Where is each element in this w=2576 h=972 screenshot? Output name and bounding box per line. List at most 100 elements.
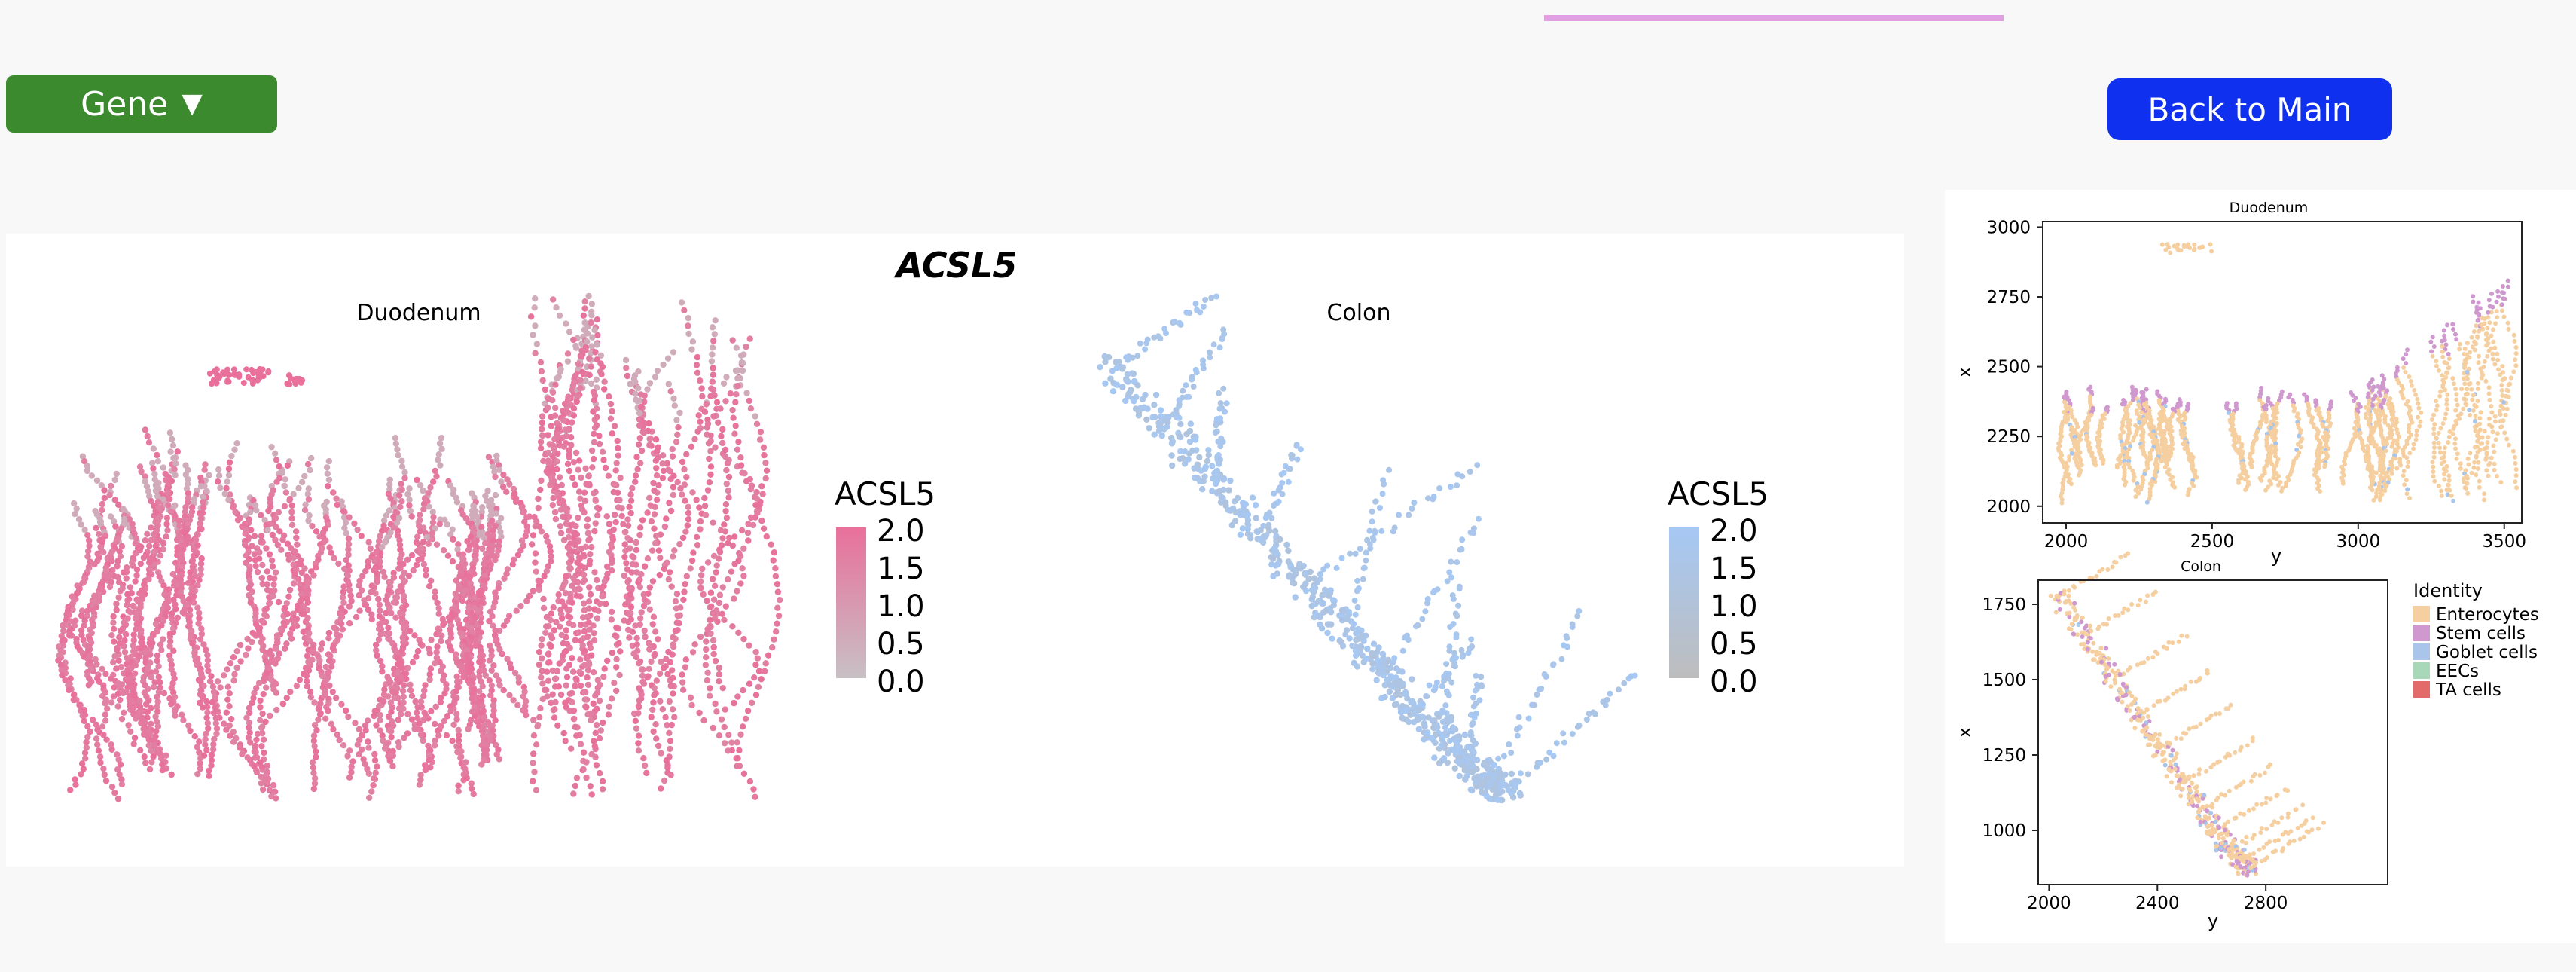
duodenum-point bbox=[688, 557, 696, 564]
duodenum-point bbox=[151, 531, 158, 539]
duodenum-point bbox=[435, 457, 441, 463]
duodenum-point bbox=[612, 518, 619, 526]
duodenum-point bbox=[217, 484, 224, 491]
duodenum-point bbox=[722, 446, 729, 454]
colon-point bbox=[1443, 671, 1449, 677]
duodenum-point bbox=[492, 473, 499, 481]
duodenum-point bbox=[417, 698, 425, 705]
duodenum-point bbox=[545, 623, 552, 630]
duodenum-point bbox=[444, 521, 451, 528]
back-to-main-button[interactable]: Back to Main bbox=[2107, 78, 2392, 140]
colon-point bbox=[1447, 727, 1454, 735]
duodenum-point bbox=[585, 472, 592, 479]
duodenum-point bbox=[682, 664, 689, 671]
duodenum-point bbox=[204, 709, 211, 716]
duodenum-point bbox=[172, 454, 179, 461]
colon-point bbox=[1428, 735, 1436, 741]
duodenum-point bbox=[635, 384, 642, 392]
colon-point bbox=[1374, 649, 1381, 656]
gene-dropdown-button[interactable]: Gene ▼ bbox=[6, 75, 277, 133]
duodenum-point bbox=[557, 530, 565, 536]
duodenum-point bbox=[325, 476, 333, 484]
duodenum-point bbox=[169, 442, 177, 449]
duodenum-point bbox=[693, 497, 700, 503]
duodenum-point bbox=[638, 609, 645, 616]
duodenum-point bbox=[438, 445, 445, 452]
duodenum-point bbox=[142, 426, 149, 433]
duodenum-point bbox=[538, 642, 545, 649]
duodenum-point bbox=[257, 717, 264, 723]
duodenum-point bbox=[128, 590, 135, 597]
duodenum-point bbox=[658, 785, 664, 792]
duodenum-point bbox=[649, 547, 656, 554]
duodenum-point bbox=[311, 699, 318, 706]
duodenum-point bbox=[712, 317, 719, 324]
colon-point bbox=[1270, 573, 1277, 579]
duodenum-point bbox=[658, 659, 664, 665]
colon-point bbox=[1210, 341, 1217, 348]
colon-point bbox=[1288, 451, 1295, 458]
duodenum-point bbox=[740, 573, 747, 579]
duodenum-point bbox=[121, 709, 127, 716]
duodenum-point bbox=[570, 790, 577, 797]
duodenum-point bbox=[430, 514, 437, 521]
duodenum-point bbox=[598, 585, 605, 592]
duodenum-point bbox=[713, 562, 720, 569]
duodenum-point bbox=[301, 472, 308, 480]
duodenum-point bbox=[543, 613, 551, 621]
colon-point bbox=[1328, 621, 1335, 628]
duodenum-point bbox=[304, 683, 311, 690]
duodenum-point bbox=[266, 787, 273, 794]
duodenum-point bbox=[615, 452, 621, 459]
duodenum-point bbox=[710, 643, 717, 651]
duodenum-point bbox=[608, 608, 615, 616]
duodenum-legend-title: ACSL5 bbox=[835, 475, 935, 512]
duodenum-point bbox=[613, 656, 620, 663]
duodenum-point bbox=[633, 561, 639, 568]
duodenum-point bbox=[130, 637, 137, 643]
colon-point bbox=[1225, 487, 1232, 494]
duodenum-point bbox=[429, 478, 437, 485]
colon-point bbox=[1307, 568, 1314, 576]
duodenum-point bbox=[328, 549, 334, 556]
duodenum-point bbox=[604, 657, 611, 665]
colon-point bbox=[1347, 550, 1354, 557]
duodenum-point bbox=[572, 637, 579, 643]
colon-point bbox=[1330, 601, 1337, 609]
colon-point bbox=[1101, 353, 1108, 360]
colon-point bbox=[1397, 691, 1404, 698]
duodenum-point bbox=[552, 515, 560, 523]
panel-title-colon: Colon bbox=[1326, 300, 1390, 326]
duodenum-point bbox=[392, 435, 399, 442]
colon-point bbox=[1217, 415, 1223, 422]
duodenum-point bbox=[744, 708, 752, 714]
duodenum-point bbox=[612, 632, 618, 639]
colon-point bbox=[1122, 397, 1129, 405]
duodenum-point bbox=[95, 530, 102, 538]
duodenum-point bbox=[406, 502, 413, 509]
duodenum-point bbox=[584, 516, 591, 523]
duodenum-point bbox=[726, 534, 733, 542]
duodenum-point bbox=[151, 548, 158, 555]
duodenum-point bbox=[538, 477, 545, 484]
colon-point bbox=[1469, 643, 1476, 650]
duodenum-point bbox=[356, 591, 362, 599]
colon-point bbox=[1354, 604, 1361, 610]
duodenum-point bbox=[202, 741, 209, 748]
duodenum-point bbox=[438, 637, 444, 645]
colon-point bbox=[1286, 572, 1293, 579]
colon-point bbox=[1231, 498, 1238, 505]
duodenum-point bbox=[646, 436, 653, 442]
duodenum-point bbox=[530, 532, 537, 539]
duodenum-point bbox=[745, 537, 752, 544]
duodenum-point bbox=[492, 491, 499, 499]
duodenum-point bbox=[653, 677, 660, 684]
duodenum-point bbox=[737, 731, 744, 738]
duodenum-point bbox=[121, 649, 129, 656]
duodenum-point bbox=[634, 647, 641, 654]
duodenum-point bbox=[755, 668, 763, 674]
duodenum-point bbox=[377, 717, 383, 723]
duodenum-point bbox=[588, 301, 596, 307]
duodenum-legend-tick: 0.5 bbox=[877, 627, 925, 662]
duodenum-point bbox=[536, 649, 543, 656]
